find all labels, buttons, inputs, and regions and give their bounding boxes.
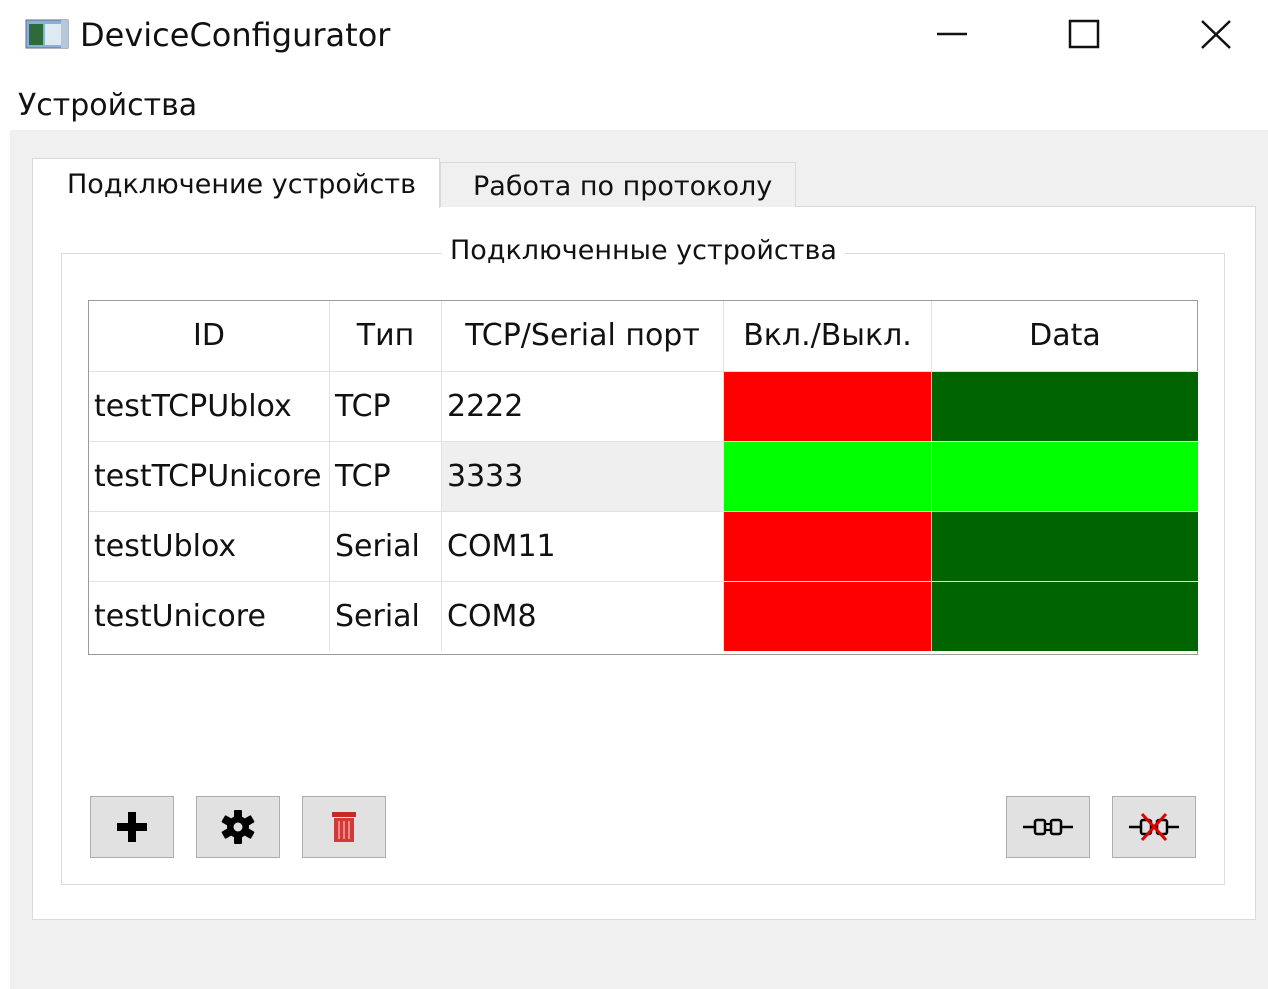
- column-header-id[interactable]: ID: [89, 301, 330, 371]
- plus-icon: [117, 812, 147, 842]
- power-status-indicator[interactable]: [724, 441, 932, 511]
- data-status-indicator: [932, 441, 1198, 511]
- trash-icon: [332, 812, 356, 842]
- cell-id[interactable]: testTCPUnicore: [89, 441, 330, 511]
- add-device-button[interactable]: [90, 796, 174, 858]
- window-title: DeviceConfigurator: [80, 16, 391, 54]
- connected-devices-group: Подключенные устройства ID Тип TCP/Seria…: [61, 232, 1225, 885]
- connect-button[interactable]: [1006, 796, 1090, 858]
- column-header-type[interactable]: Тип: [330, 301, 442, 371]
- power-status-indicator[interactable]: [724, 581, 932, 651]
- delete-button[interactable]: [302, 796, 386, 858]
- cell-type[interactable]: Serial: [330, 511, 442, 581]
- settings-button[interactable]: [196, 796, 280, 858]
- plug-disconnected-icon: [1129, 812, 1179, 842]
- data-status-indicator: [932, 511, 1198, 581]
- cell-type[interactable]: TCP: [330, 371, 442, 441]
- group-title: Подключенные устройства: [442, 232, 845, 270]
- power-status-indicator[interactable]: [724, 511, 932, 581]
- power-status-indicator[interactable]: [724, 371, 932, 441]
- table-header: ID Тип TCP/Serial порт Вкл./Выкл. Data: [89, 301, 1197, 371]
- maximize-button[interactable]: [1050, 12, 1114, 60]
- column-header-data[interactable]: Data: [932, 301, 1198, 371]
- maximize-icon: [1068, 19, 1100, 49]
- cell-port[interactable]: 3333: [442, 441, 724, 511]
- cell-id[interactable]: testTCPUblox: [89, 371, 330, 441]
- tab-protocol[interactable]: Работа по протоколу: [440, 162, 796, 207]
- table-row[interactable]: testUblox Serial COM11: [89, 511, 1198, 581]
- menu-bar: Устройства: [0, 80, 1268, 130]
- data-status-indicator: [932, 581, 1198, 651]
- menu-devices[interactable]: Устройства: [18, 86, 197, 126]
- data-status-indicator: [932, 371, 1198, 441]
- main-area: Подключение устройств Работа по протокол…: [10, 130, 1268, 989]
- cell-type[interactable]: TCP: [330, 441, 442, 511]
- cell-id[interactable]: testUnicore: [89, 581, 330, 651]
- gear-icon: [221, 810, 255, 844]
- cell-port[interactable]: COM11: [442, 511, 724, 581]
- table-row[interactable]: testUnicore Serial COM8: [89, 581, 1198, 651]
- minimize-icon: [937, 32, 967, 36]
- tab-device-connection[interactable]: Подключение устройств: [32, 158, 440, 208]
- disconnect-button[interactable]: [1112, 796, 1196, 858]
- table-row[interactable]: testTCPUblox TCP 2222: [89, 371, 1198, 441]
- cell-port[interactable]: 2222: [442, 371, 724, 441]
- close-button[interactable]: [1185, 12, 1249, 60]
- cell-type[interactable]: Serial: [330, 581, 442, 651]
- column-header-port[interactable]: TCP/Serial порт: [442, 301, 724, 371]
- plug-connected-icon: [1023, 818, 1073, 836]
- table-row[interactable]: testTCPUnicore TCP 3333: [89, 441, 1198, 511]
- cell-port[interactable]: COM8: [442, 581, 724, 651]
- devices-table: ID Тип TCP/Serial порт Вкл./Выкл. Data t…: [88, 300, 1198, 655]
- title-bar: DeviceConfigurator: [0, 0, 1268, 76]
- column-header-power[interactable]: Вкл./Выкл.: [724, 301, 932, 371]
- cell-id[interactable]: testUblox: [89, 511, 330, 581]
- close-icon: [1201, 20, 1231, 49]
- app-window-icon: [25, 18, 69, 50]
- minimize-button[interactable]: [920, 12, 984, 60]
- tab-panel: Подключенные устройства ID Тип TCP/Seria…: [32, 206, 1256, 920]
